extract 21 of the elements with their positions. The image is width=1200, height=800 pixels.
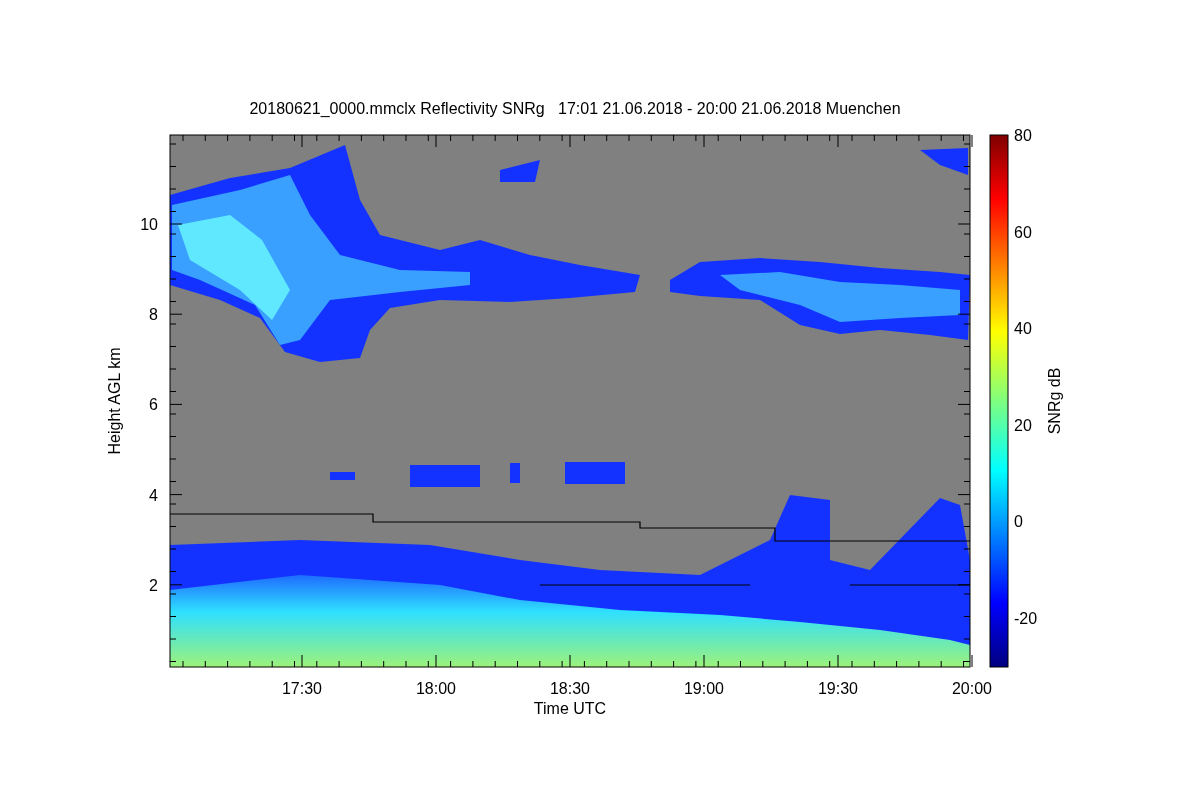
colorbar-tick-label: 0 xyxy=(1014,513,1023,530)
colorbar-tick-label: 60 xyxy=(1014,223,1032,241)
x-tick-label: 18:30 xyxy=(550,680,590,697)
x-tick-label: 20:00 xyxy=(952,680,992,697)
x-axis-label: Time UTC xyxy=(533,700,607,717)
y-tick-label: 6 xyxy=(149,396,158,414)
x-tick-label: 18:00 xyxy=(416,680,456,697)
colorbar-tick-label: 40 xyxy=(1014,320,1032,337)
x-tick-label: 19:30 xyxy=(818,680,858,697)
colorbar-tick-label: -20 xyxy=(1014,609,1038,627)
colorbar-tick-label: 20 xyxy=(1014,416,1032,434)
y-tick-label: 10 xyxy=(140,216,158,233)
y-tick-label: 2 xyxy=(149,576,158,594)
chart-title: 20180621_0000.mmclx Reflectivity SNRg 17:01 21.06.2018 - 20:00 21.06.2018 Muenchen xyxy=(249,100,901,117)
y-tick-label: 8 xyxy=(149,306,158,324)
y-tick-label: 4 xyxy=(149,486,158,504)
colorbar-label: SNRg dB xyxy=(1046,367,1063,435)
x-tick-label: 19:00 xyxy=(684,680,724,697)
colorbar-tick-label: 80 xyxy=(1014,127,1032,144)
x-tick-label: 17:30 xyxy=(282,680,322,697)
y-axis-label: Height AGL km xyxy=(106,347,123,455)
